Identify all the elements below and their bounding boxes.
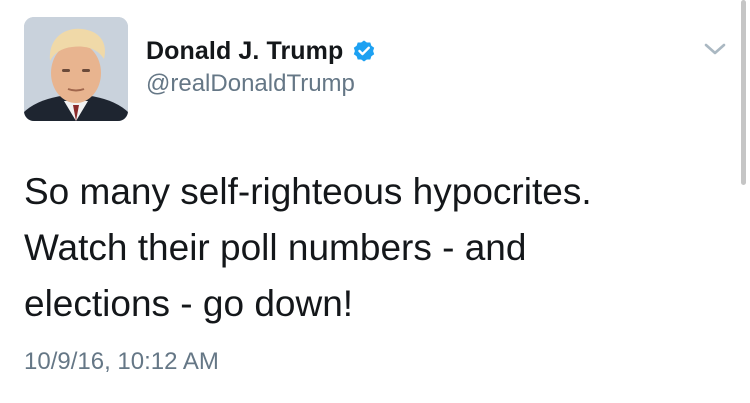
profile-photo-icon — [24, 17, 128, 121]
scrollbar[interactable] — [741, 0, 746, 185]
tweet-text: So many self-righteous hypocrites. Watch… — [24, 164, 724, 332]
tweet-card: Donald J. Trump @realDonaldTrump So many… — [0, 0, 750, 403]
tweet-timestamp[interactable]: 10/9/16, 10:12 AM — [24, 348, 219, 376]
chevron-down-icon[interactable] — [700, 38, 730, 60]
verified-badge-icon — [351, 38, 377, 64]
author-handle[interactable]: @realDonaldTrump — [146, 70, 355, 98]
avatar[interactable] — [24, 17, 128, 121]
tweet-text-line: elections - go down! — [24, 283, 354, 324]
tweet-text-line: Watch their poll numbers - and — [24, 227, 527, 268]
tweet-text-line: So many self-righteous hypocrites. — [24, 171, 592, 212]
author-display-name[interactable]: Donald J. Trump — [146, 37, 343, 66]
author-name-row: Donald J. Trump — [146, 33, 377, 69]
